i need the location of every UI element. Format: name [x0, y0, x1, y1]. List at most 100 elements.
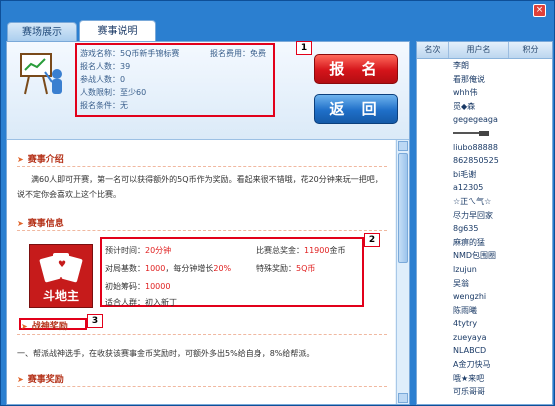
ranking-row[interactable]: bi毛谢 — [417, 168, 552, 182]
ranking-row[interactable]: 觅◆森 — [417, 100, 552, 114]
username: whh伟 — [453, 88, 478, 98]
player-limit: 人数限制：至少60 — [80, 88, 147, 97]
scroll-up-arrow[interactable] — [398, 141, 408, 151]
prize-value: 11900 — [304, 246, 330, 255]
header-score[interactable]: 积分 — [509, 42, 552, 58]
ranking-header: 名次 用户名 积分 — [417, 42, 552, 59]
ranking-row[interactable]: 麻痹的猛 — [417, 236, 552, 250]
info-title-text: 赛事信息 — [27, 219, 64, 229]
total-prize: 比赛总奖金：11900金币 — [256, 245, 345, 256]
ranking-row[interactable]: ☆正ㄟ气☆ — [417, 195, 552, 209]
ranking-row[interactable] — [417, 127, 552, 141]
prize-label: 比赛总奖金： — [256, 246, 304, 255]
ranking-row[interactable]: lzujun — [417, 263, 552, 277]
signup-count: 报名人数：39 — [80, 62, 131, 71]
landlord-game-logo: ♥ 斗地主 — [29, 244, 93, 308]
username: 觅◆森 — [453, 101, 476, 111]
arrow-icon: ➤ — [17, 219, 24, 228]
section-title-battle: ➤ 战神奖励 — [21, 319, 68, 332]
ranking-row[interactable]: 可乐哥哥 — [417, 385, 552, 399]
username: liubo88888 — [453, 142, 498, 152]
username: 看那俺说 — [453, 74, 485, 84]
username: lzujun — [453, 264, 477, 274]
username: bi毛谢 — [453, 169, 477, 179]
username: 862850525 — [453, 156, 499, 166]
scroll-down-arrow[interactable] — [398, 393, 408, 403]
est-time-label: 预计时间： — [105, 246, 145, 255]
ranking-row[interactable]: 哦★来吧 — [417, 372, 552, 386]
intro-text: 满60人即可开赛，第一名可以获得额外的5Q币作为奖励。看起来很不错哦，花20分钟… — [17, 175, 383, 199]
username: zueyaya — [453, 332, 487, 342]
back-button[interactable]: 返 回 — [314, 94, 398, 124]
ranking-row[interactable]: 李朗 — [417, 59, 552, 73]
divider — [17, 230, 387, 231]
username: 可乐哥哥 — [453, 387, 485, 397]
ranking-row[interactable]: A金刀快马 — [417, 358, 552, 372]
battle-title-text: 战神奖励 — [31, 322, 68, 332]
match-details-box: 预计时间：20分钟 对局基数：1000，每分钟增长20% 初始筹码：10000 … — [100, 237, 364, 307]
tab-match-description[interactable]: 赛事说明 — [79, 20, 156, 43]
game-logo-text: 斗地主 — [42, 289, 79, 303]
username: 吴翁 — [453, 278, 469, 288]
signup-fee: 报名费用：免费 — [210, 49, 266, 58]
section-title-info: ➤ 赛事信息 — [17, 216, 64, 229]
ranking-row[interactable]: NMD包围圈 — [417, 249, 552, 263]
arrow-icon: ➤ — [17, 155, 24, 164]
estimated-time: 预计时间：20分钟 — [105, 245, 171, 256]
rounds-value: 1000 — [145, 264, 166, 273]
username: wengzhi — [453, 292, 487, 302]
annotation-badge-2: 2 — [364, 233, 380, 247]
ranking-row[interactable]: whh伟 — [417, 86, 552, 100]
target-audience: 适合人群：初入新丁 — [105, 298, 177, 307]
content-scrollbar[interactable] — [396, 140, 409, 404]
ranking-row[interactable]: 吴翁 — [417, 277, 552, 291]
signup-condition: 报名条件：无 — [80, 101, 128, 110]
ranking-row[interactable]: gegegeaga — [417, 113, 552, 127]
reward-title-text: 赛事奖励 — [27, 375, 64, 385]
ranking-row[interactable]: NLABCD — [417, 344, 552, 358]
init-chips-label: 初始筹码： — [105, 282, 145, 291]
ranking-row[interactable]: 尽力早回家 — [417, 209, 552, 223]
username: A金刀快马 — [453, 360, 491, 370]
battle-reward-text: 一、帮派战神选手，在收获该赛事金币奖励时，可额外多出5%给自身，8%给帮派。 — [17, 349, 315, 358]
rounds-label: 对局基数： — [105, 264, 145, 273]
tab-venue-display[interactable]: 赛场展示 — [7, 22, 77, 42]
ranking-row[interactable]: 陈雨曦 — [417, 304, 552, 318]
rounds-suffix: ，每分钟增长 — [165, 264, 214, 273]
scroll-thumb[interactable] — [398, 153, 408, 263]
ranking-row[interactable]: zueyaya — [417, 331, 552, 345]
ranking-row[interactable]: a12305 — [417, 181, 552, 195]
ranking-row[interactable]: 8g635 — [417, 222, 552, 236]
base-rounds: 对局基数：1000，每分钟增长20% — [105, 263, 231, 274]
header-rank[interactable]: 名次 — [417, 42, 449, 58]
special-label: 特殊奖励： — [256, 264, 296, 273]
ranking-row[interactable]: liubo88888 — [417, 141, 552, 155]
arrow-icon: ➤ — [21, 322, 28, 331]
username: 李朗 — [453, 61, 469, 70]
username: 4tytry — [453, 319, 478, 329]
playing-cards-icon: ♥ — [39, 253, 83, 283]
username: 8g635 — [453, 224, 479, 234]
ranking-row[interactable]: 862850525 — [417, 154, 552, 168]
username: 麻痹的猛 — [453, 237, 485, 247]
init-chips-value: 10000 — [145, 282, 171, 291]
close-button[interactable]: × — [533, 4, 546, 17]
participant-count: 参战人数：0 — [80, 75, 126, 84]
growth-value: 20% — [213, 264, 232, 273]
ranking-row[interactable]: 看那俺说 — [417, 73, 552, 87]
signup-button[interactable]: 报 名 — [314, 54, 398, 84]
ranking-row[interactable]: 4tytry — [417, 317, 552, 331]
divider — [17, 334, 387, 335]
username: 哦★来吧 — [453, 373, 485, 383]
username: a12305 — [453, 183, 484, 193]
ranking-panel: 名次 用户名 积分 李朗 看那俺说 whh伟 觅◆森 gegegeaga liu… — [416, 41, 553, 405]
ranking-row[interactable]: wengzhi — [417, 290, 552, 304]
username: gegegeaga — [453, 115, 498, 125]
username: NMD包围圈 — [453, 251, 497, 261]
presentation-board-icon — [20, 53, 62, 95]
match-header: 游戏名称：5Q币新手锦标赛 报名人数：39 参战人数：0 人数限制：至少60 报… — [7, 41, 409, 140]
rifle-icon — [453, 130, 489, 136]
header-username[interactable]: 用户名 — [449, 42, 509, 58]
svg-text:♥: ♥ — [58, 260, 66, 270]
username: NLABCD — [453, 346, 487, 356]
